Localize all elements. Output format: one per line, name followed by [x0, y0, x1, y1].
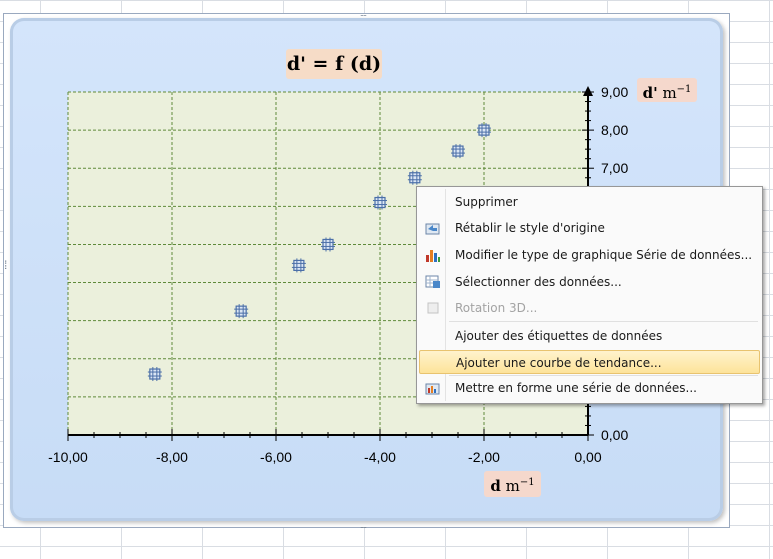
menu-item-label: Supprimer [455, 195, 518, 209]
y-tick-label: 7,00 [601, 160, 628, 176]
y-tick-label: 9,00 [601, 84, 628, 100]
x-tick-label: 0,00 [574, 449, 601, 465]
data-point[interactable] [321, 237, 335, 252]
y-axis-name: d' [642, 84, 658, 102]
menu-item-label: Sélectionner des données... [455, 275, 622, 289]
menu-item-label: Ajouter une courbe de tendance... [456, 356, 662, 370]
menu-item-label: Rotation 3D... [455, 301, 538, 315]
menu-item-ajouter-etiquettes[interactable]: Ajouter des étiquettes de données [419, 324, 760, 348]
x-axis-name: d [490, 477, 501, 495]
data-point[interactable] [477, 123, 491, 138]
data-point[interactable] [407, 170, 422, 185]
chart-type-icon [426, 250, 440, 262]
format-series-icon [425, 383, 440, 395]
menu-item-ajouter-courbe-tendance[interactable]: Ajouter une courbe de tendance... [419, 350, 760, 374]
menu-item-label: Mettre en forme une série de données... [455, 381, 697, 395]
reset-style-icon [425, 223, 440, 235]
menu-item-label: Rétablir le style d'origine [455, 221, 605, 235]
x-tick-label: -2,00 [468, 449, 500, 465]
data-point[interactable] [234, 304, 249, 319]
rotation-3d-icon [427, 302, 439, 314]
data-point[interactable] [373, 195, 387, 210]
x-tick-label: -10,00 [48, 449, 88, 465]
menu-item-retablir-style[interactable]: Rétablir le style d'origine [419, 216, 760, 240]
context-menu: Supprimer Rétablir le style d'origine Mo… [416, 186, 763, 404]
x-tick-label: -6,00 [260, 449, 292, 465]
x-axis-label[interactable]: d m−1 [484, 471, 541, 497]
y-axis-unit-exponent: −1 [676, 84, 692, 95]
y-axis-arrow [583, 86, 593, 96]
menu-item-selectionner-donnees[interactable]: Sélectionner des données... [419, 270, 760, 294]
data-point[interactable] [451, 144, 465, 159]
data-point[interactable] [147, 367, 162, 382]
menu-item-rotation-3d[interactable]: Rotation 3D... [419, 296, 760, 320]
x-tick-label: -4,00 [364, 449, 396, 465]
x-tick-label: -8,00 [156, 449, 188, 465]
y-tick-label: 8,00 [601, 122, 628, 138]
x-axis-unit: m [500, 477, 520, 495]
y-tick-label: 0,00 [601, 427, 628, 443]
menu-item-label: Ajouter des étiquettes de données [455, 329, 663, 343]
menu-item-supprimer[interactable]: Supprimer [419, 190, 760, 214]
x-axis-unit-exponent: −1 [519, 477, 535, 488]
menu-item-mettre-en-forme-serie[interactable]: Mettre en forme une série de données... [419, 376, 760, 400]
y-axis-label[interactable]: d' m−1 [637, 78, 697, 102]
menu-item-label: Modifier le type de graphique Série de d… [455, 248, 753, 262]
select-data-icon [425, 275, 440, 288]
data-point[interactable] [291, 258, 306, 273]
chart-title[interactable]: d' = f (d) [286, 49, 382, 79]
y-axis-unit: m [657, 84, 677, 102]
menu-separator [449, 321, 758, 322]
menu-item-modifier-type[interactable]: Modifier le type de graphique Série de d… [419, 243, 760, 267]
